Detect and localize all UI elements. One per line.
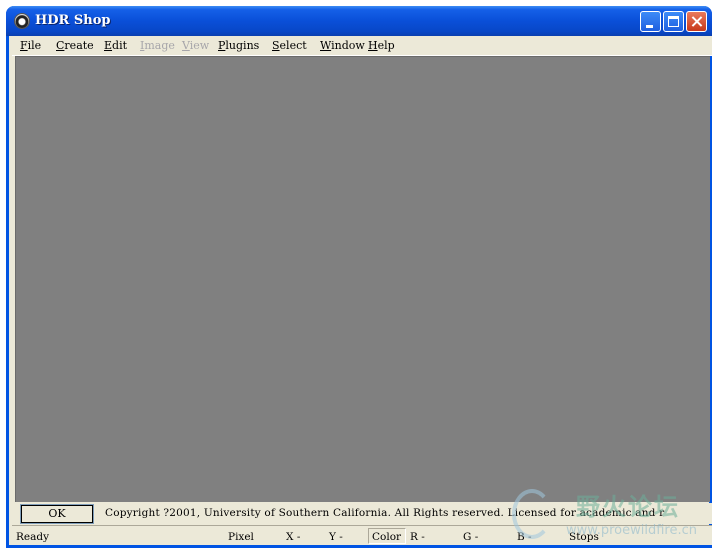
menu-select-accel: S bbox=[272, 39, 280, 52]
maximize-icon bbox=[668, 16, 679, 27]
menu-help-label: elp bbox=[377, 39, 395, 52]
minimize-button[interactable] bbox=[640, 11, 661, 32]
menu-select[interactable]: Select bbox=[272, 39, 307, 52]
status-x-value: X - bbox=[286, 531, 301, 543]
watermark-url: www.proewildfire.cn bbox=[566, 523, 697, 538]
menu-view-accel: V bbox=[182, 39, 190, 52]
status-g-value: G - bbox=[463, 531, 479, 543]
status-y-value: Y - bbox=[329, 531, 343, 543]
menu-plugins-label: lugins bbox=[225, 39, 260, 52]
menu-image-label: mage bbox=[144, 39, 175, 52]
watermark-logo-icon bbox=[512, 489, 552, 539]
close-icon bbox=[687, 12, 706, 31]
menu-bar: File Create Edit Image View Plugins Sele… bbox=[12, 36, 712, 56]
minimize-icon bbox=[646, 25, 653, 28]
menu-help[interactable]: Help bbox=[368, 39, 395, 52]
menu-image: Image bbox=[140, 39, 175, 52]
app-window: HDR Shop File Create Edit Image View Plu… bbox=[6, 6, 712, 548]
maximize-button[interactable] bbox=[663, 11, 684, 32]
menu-edit-accel: E bbox=[104, 39, 113, 52]
menu-window-label: indow bbox=[331, 39, 365, 52]
status-color-label: Color bbox=[372, 531, 402, 543]
menu-select-label: elect bbox=[279, 39, 307, 52]
status-r-value: R - bbox=[410, 531, 425, 543]
menu-create-label: reate bbox=[64, 39, 94, 52]
forum-watermark: 野火论坛 www.proewildfire.cn bbox=[506, 485, 714, 547]
close-button[interactable] bbox=[686, 11, 707, 32]
status-ready: Ready bbox=[16, 531, 50, 543]
menu-plugins[interactable]: Plugins bbox=[218, 39, 259, 52]
menu-file-accel: F bbox=[20, 39, 28, 52]
menu-view-label: iew bbox=[189, 39, 210, 52]
menu-window-accel: W bbox=[320, 39, 332, 52]
menu-create[interactable]: Create bbox=[56, 39, 94, 52]
menu-file[interactable]: File bbox=[20, 39, 41, 52]
window-title: HDR Shop bbox=[35, 13, 111, 28]
menu-window[interactable]: Window bbox=[320, 39, 365, 52]
title-bar[interactable]: HDR Shop bbox=[6, 6, 712, 36]
mdi-workspace[interactable] bbox=[15, 56, 710, 502]
menu-edit-label: dit bbox=[112, 39, 128, 52]
watermark-text: 野火论坛 bbox=[576, 493, 680, 521]
ok-button[interactable]: OK bbox=[20, 504, 94, 524]
menu-view: View bbox=[182, 39, 209, 52]
status-pixel-label: Pixel bbox=[228, 531, 254, 543]
hdrshop-app-icon[interactable] bbox=[14, 13, 30, 29]
menu-file-label: ile bbox=[27, 39, 42, 52]
menu-edit[interactable]: Edit bbox=[104, 39, 127, 52]
menu-help-accel: H bbox=[368, 39, 378, 52]
